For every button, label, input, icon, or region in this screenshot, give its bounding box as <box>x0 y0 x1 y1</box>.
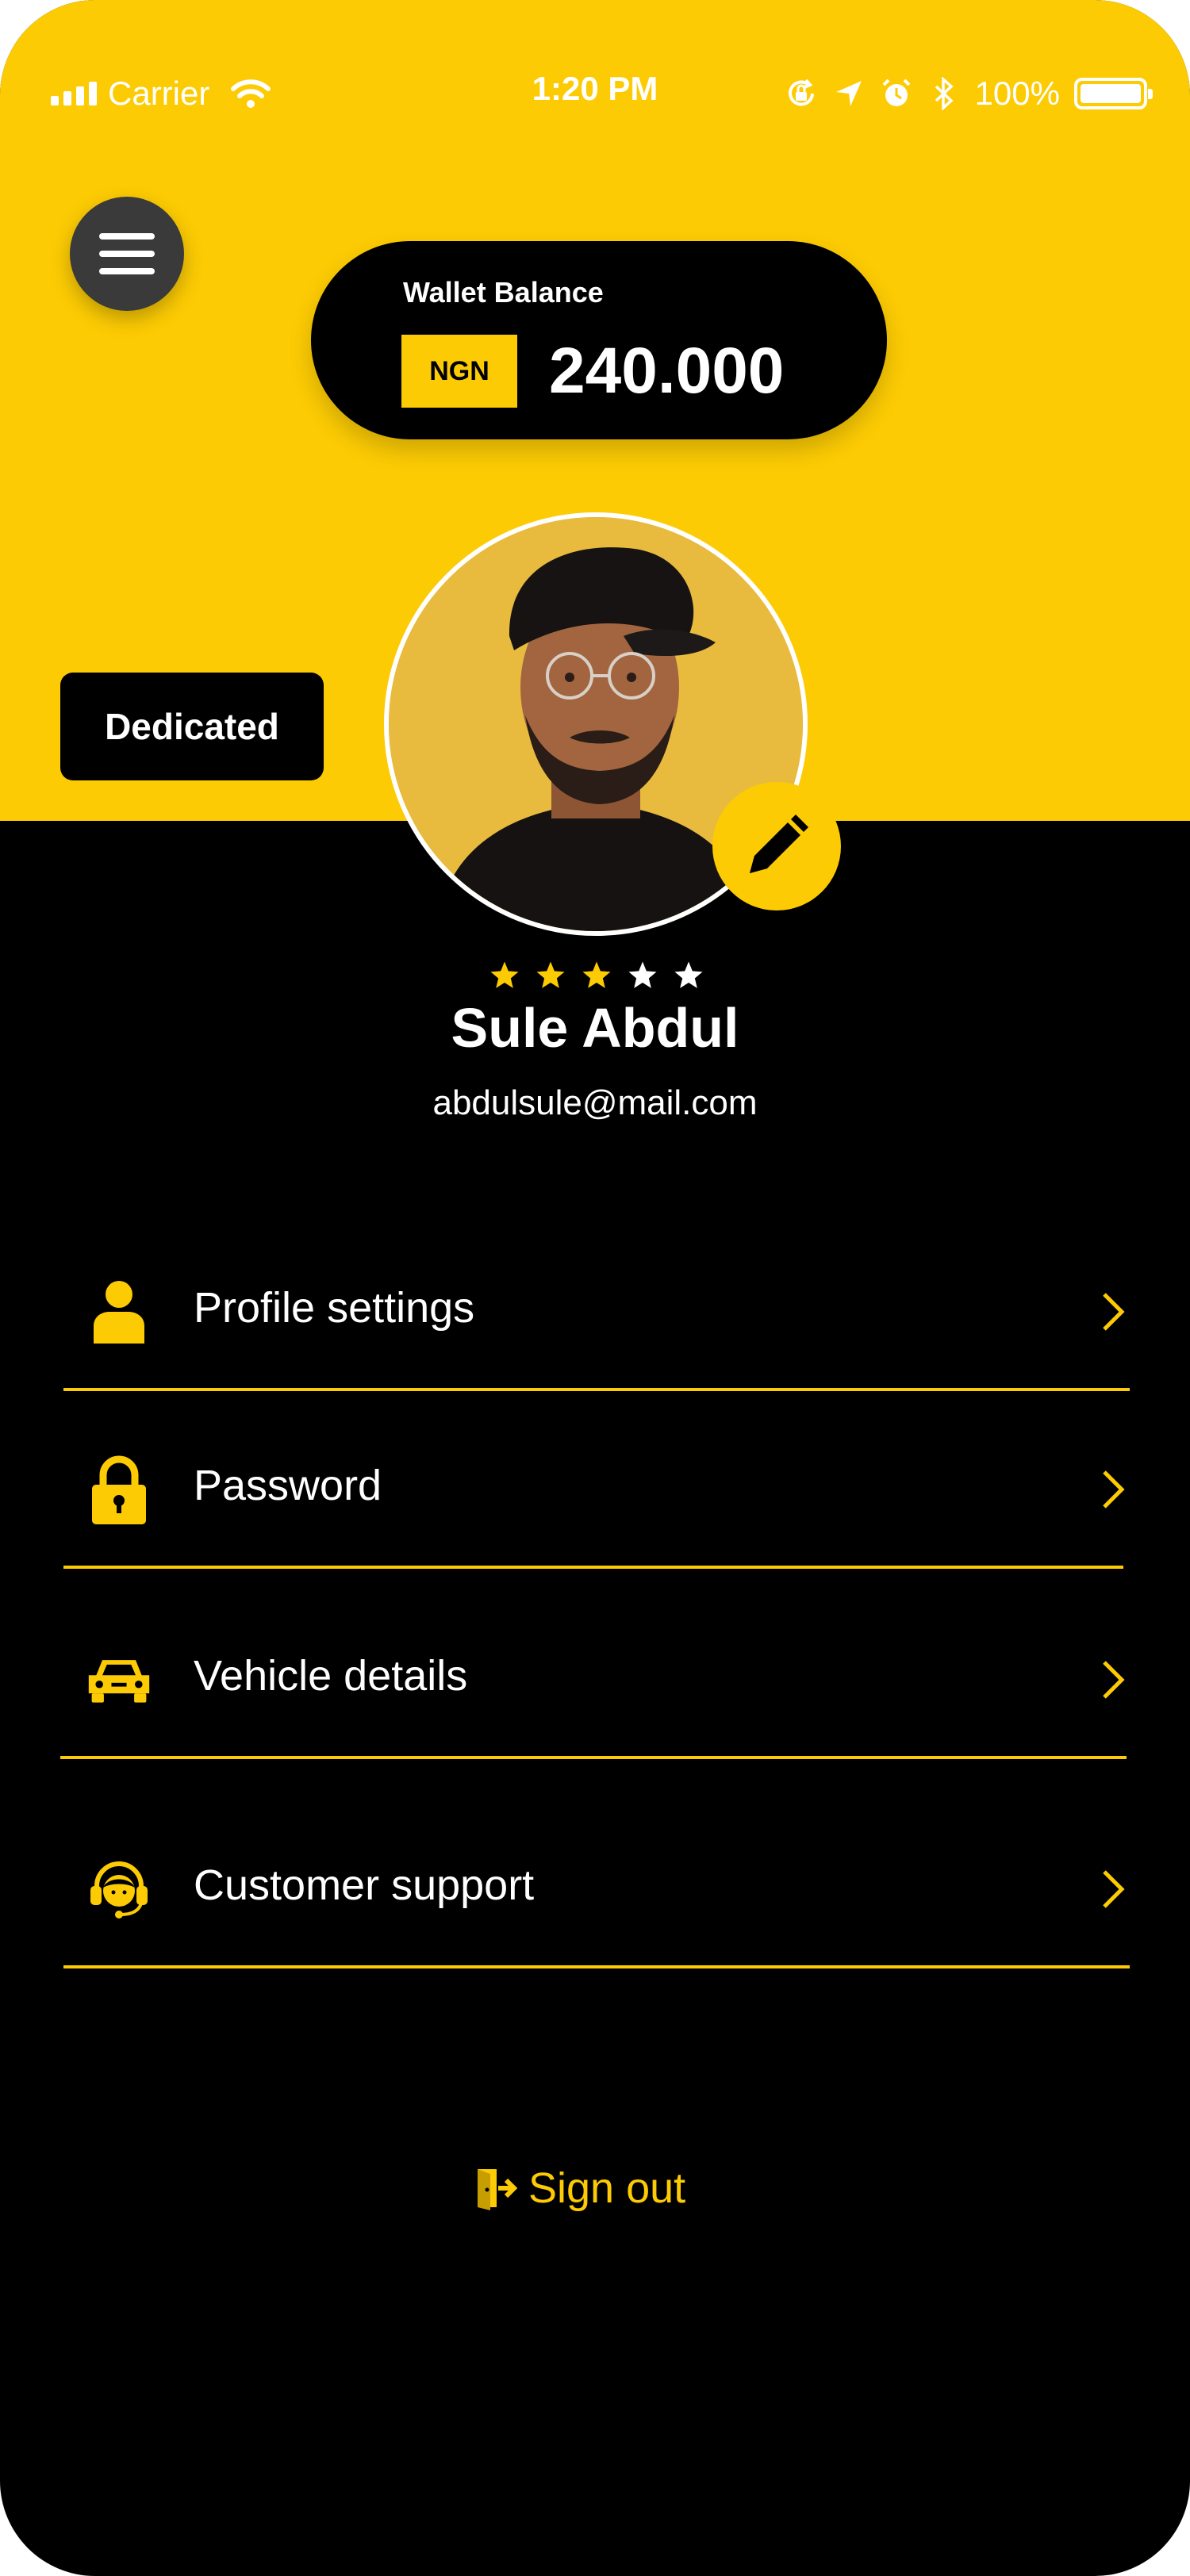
wallet-label: Wallet Balance <box>403 276 604 309</box>
divider <box>63 1566 1123 1569</box>
star-icon <box>674 961 703 988</box>
menu-item-vehicle-details[interactable]: Vehicle details <box>62 1623 1130 1726</box>
wallet-amount: 240.000 <box>549 335 785 407</box>
status-right: 100% <box>785 70 1153 117</box>
menu-button[interactable] <box>70 197 184 311</box>
orientation-lock-icon <box>785 77 818 110</box>
chevron-right-icon <box>1103 1470 1125 1508</box>
alarm-icon <box>880 77 913 110</box>
star-icon <box>628 961 657 988</box>
menu-item-label: Vehicle details <box>194 1652 468 1700</box>
edit-photo-button[interactable] <box>712 782 841 910</box>
exit-door-icon <box>478 2169 517 2210</box>
menu-item-customer-support[interactable]: Customer support <box>62 1832 1130 1935</box>
car-icon <box>86 1646 152 1713</box>
menu-line-icon <box>99 251 155 257</box>
chevron-right-icon <box>1103 1293 1125 1331</box>
menu-line-icon <box>99 233 155 240</box>
battery-icon <box>1074 78 1153 109</box>
lock-icon <box>86 1455 152 1524</box>
headset-icon <box>86 1856 152 1922</box>
driver-type-badge: Dedicated <box>60 673 324 780</box>
sign-out-button[interactable]: Sign out <box>473 2152 685 2224</box>
battery-percent: 100% <box>974 75 1060 112</box>
star-icon <box>536 961 565 988</box>
menu-line-icon <box>99 268 155 274</box>
rating-stars <box>489 960 704 995</box>
user-icon <box>86 1278 152 1345</box>
location-icon <box>832 77 866 110</box>
profile-name: Sule Abdul <box>451 997 739 1059</box>
currency-badge: NGN <box>401 335 517 408</box>
divider <box>63 1965 1130 1968</box>
star-icon <box>490 961 519 988</box>
menu-item-label: Customer support <box>194 1861 535 1909</box>
menu-item-label: Password <box>194 1462 382 1509</box>
divider <box>63 1388 1130 1391</box>
status-bar: Carrier 1:20 PM 100% <box>0 0 1190 119</box>
menu-item-password[interactable]: Password <box>62 1432 1130 1535</box>
chevron-right-icon <box>1103 1661 1125 1699</box>
pencil-icon <box>750 815 808 873</box>
phone-screen: Carrier 1:20 PM 100% Wallet Balance NGN … <box>0 0 1190 2576</box>
menu-item-label: Profile settings <box>194 1284 475 1332</box>
bluetooth-icon <box>927 77 961 110</box>
chevron-right-icon <box>1103 1870 1125 1908</box>
profile-email: abdulsule@mail.com <box>432 1083 758 1122</box>
wallet-balance-card[interactable]: Wallet Balance NGN 240.000 <box>311 241 887 439</box>
divider <box>60 1756 1127 1759</box>
sign-out-label: Sign out <box>528 2164 686 2212</box>
menu-item-profile-settings[interactable]: Profile settings <box>62 1255 1130 1358</box>
star-icon <box>582 961 611 988</box>
